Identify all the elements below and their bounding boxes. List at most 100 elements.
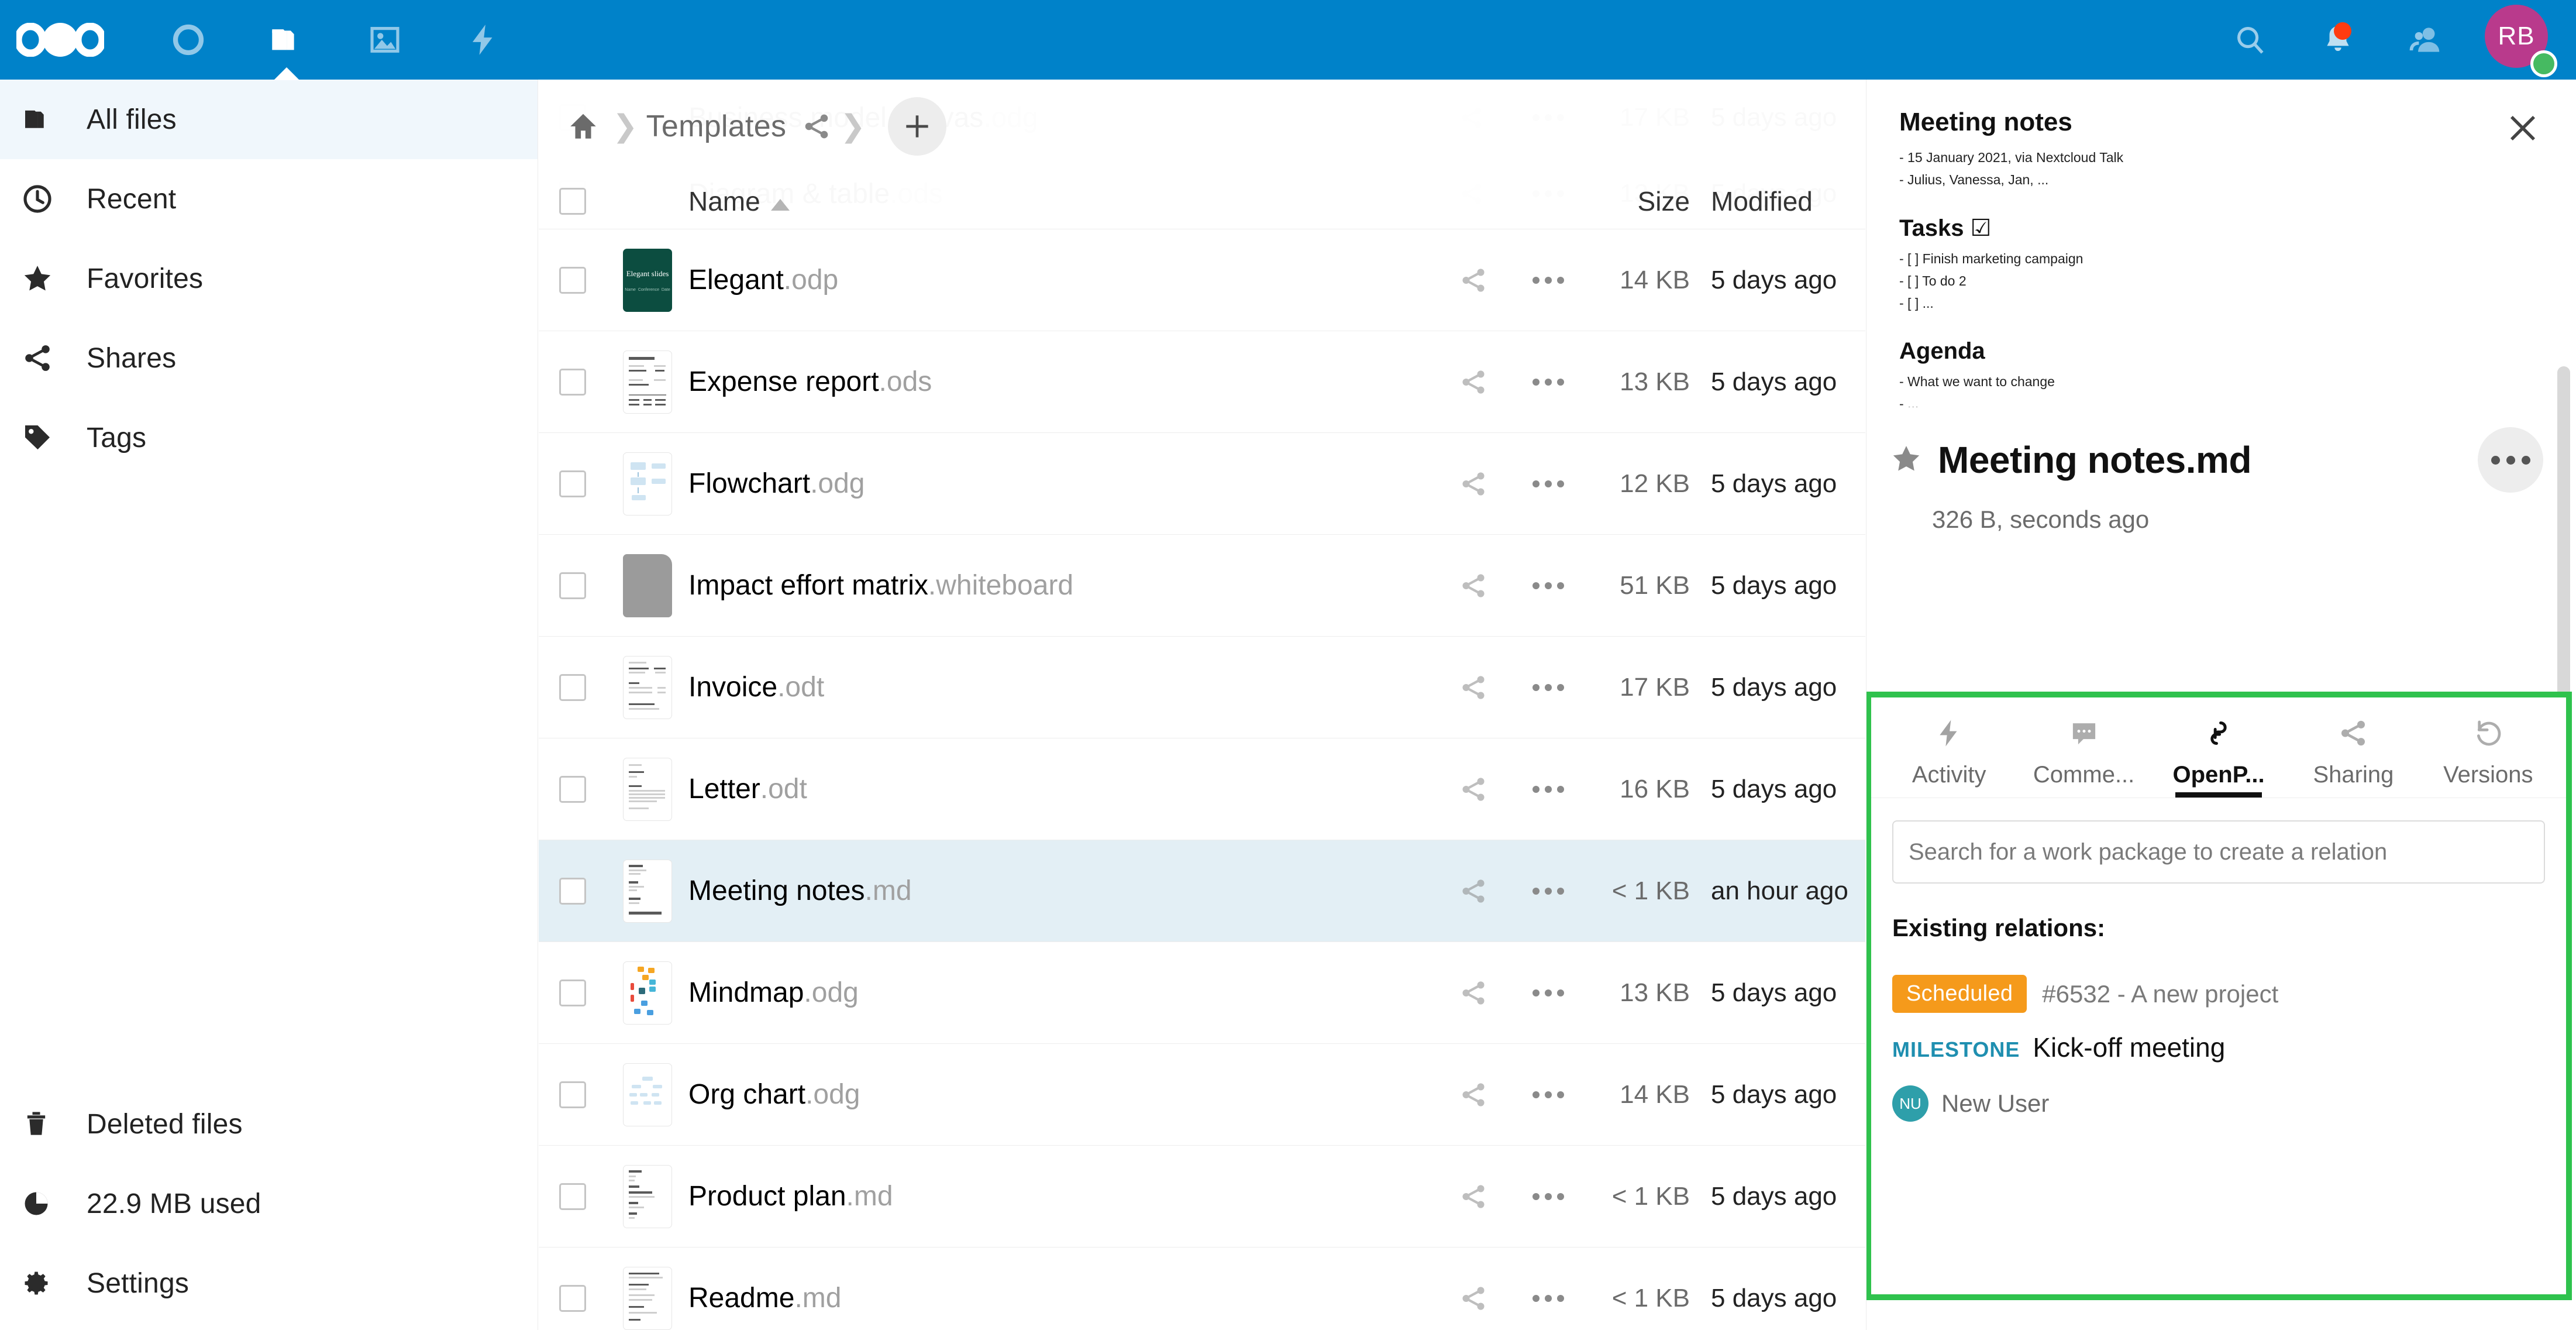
row-checkbox[interactable] — [559, 674, 586, 701]
sidebar-item-storage-usage[interactable]: 22.9 MB used — [0, 1164, 538, 1243]
table-row[interactable]: Letter.odt 16 KB 5 days ago — [539, 738, 1865, 840]
row-checkbox[interactable] — [559, 470, 586, 497]
table-row[interactable]: Product plan.md < 1 KB 5 days ago — [539, 1146, 1865, 1247]
more-icon[interactable] — [1532, 480, 1564, 487]
file-name[interactable]: Meeting notes — [688, 875, 865, 907]
row-checkbox[interactable] — [559, 369, 586, 396]
more-icon[interactable] — [1532, 1295, 1564, 1302]
file-modified: 5 days ago — [1711, 469, 1837, 498]
nav-app-files[interactable] — [237, 0, 336, 80]
share-icon[interactable] — [801, 111, 832, 142]
sidebar-item-favorites[interactable]: Favorites — [0, 239, 538, 318]
row-checkbox[interactable] — [559, 1285, 586, 1312]
row-checkbox[interactable] — [559, 267, 586, 294]
more-icon[interactable] — [1532, 684, 1564, 691]
home-icon[interactable] — [562, 105, 604, 147]
relation-search-input[interactable] — [1892, 820, 2545, 884]
file-name[interactable]: Expense report — [688, 366, 879, 398]
file-name[interactable]: Flowchart — [688, 468, 810, 500]
more-icon[interactable] — [1532, 786, 1564, 793]
sidebar-item-recent[interactable]: Recent — [0, 159, 538, 239]
share-icon[interactable] — [1459, 1080, 1488, 1109]
share-icon[interactable] — [1459, 367, 1488, 397]
close-sidebar-button[interactable] — [2501, 106, 2544, 150]
tab-activity[interactable]: Activity — [1882, 697, 2016, 798]
tab-comments[interactable]: Comme... — [2016, 697, 2151, 798]
share-icon[interactable] — [1459, 775, 1488, 804]
breadcrumb-current[interactable]: Templates — [646, 109, 787, 144]
file-name[interactable]: Elegant — [688, 264, 784, 296]
row-checkbox[interactable] — [559, 980, 586, 1006]
row-checkbox[interactable] — [559, 878, 586, 905]
share-icon[interactable] — [1459, 978, 1488, 1008]
file-size: 17 KB — [1620, 673, 1690, 702]
more-icon[interactable] — [1532, 277, 1564, 284]
file-name[interactable]: Letter — [688, 773, 760, 805]
more-icon[interactable] — [1532, 989, 1564, 996]
tab-versions[interactable]: Versions — [2421, 697, 2556, 798]
sidebar-item-tags[interactable]: Tags — [0, 398, 538, 477]
search-button[interactable] — [2206, 0, 2294, 80]
tab-openproject[interactable]: OpenP... — [2151, 697, 2286, 798]
notification-badge — [2334, 22, 2351, 40]
select-all-checkbox[interactable] — [559, 188, 586, 215]
share-icon[interactable] — [1459, 469, 1488, 499]
file-name[interactable]: Product plan — [688, 1180, 846, 1212]
more-icon[interactable] — [1532, 1193, 1564, 1200]
user-avatar-button[interactable]: RB — [2485, 5, 2555, 75]
column-header-size[interactable]: Size — [1638, 186, 1690, 216]
file-name[interactable]: Mindmap — [688, 977, 804, 1009]
share-icon[interactable] — [1459, 1182, 1488, 1211]
column-header-name[interactable]: Name — [688, 185, 760, 217]
more-icon[interactable] — [1532, 379, 1564, 386]
row-checkbox[interactable] — [559, 1183, 586, 1210]
file-name[interactable]: Invoice — [688, 671, 777, 703]
more-icon[interactable] — [1532, 582, 1564, 589]
table-row[interactable]: Readme.md < 1 KB 5 days ago — [539, 1247, 1865, 1330]
column-header-modified[interactable]: Modified — [1711, 186, 1813, 216]
nav-app-photos[interactable] — [336, 0, 434, 80]
nav-app-activity[interactable] — [434, 0, 532, 80]
more-icon[interactable] — [1532, 888, 1564, 895]
table-row[interactable]: Flowchart.odg 12 KB 5 days ago — [539, 433, 1865, 535]
sidebar-item-settings[interactable]: Settings — [0, 1243, 538, 1323]
close-icon — [2505, 110, 2541, 146]
nav-app-dashboard[interactable] — [139, 0, 237, 80]
relation-item[interactable]: Scheduled #6532 - A new project MILESTON… — [1892, 975, 2545, 1122]
more-icon[interactable] — [1532, 1091, 1564, 1098]
table-row[interactable]: Elegant slidesName Conference Date Elega… — [539, 229, 1865, 331]
share-icon[interactable] — [1459, 1284, 1488, 1313]
tab-sharing[interactable]: Sharing — [2286, 697, 2420, 798]
row-checkbox[interactable] — [559, 1081, 586, 1108]
notifications-button[interactable] — [2294, 0, 2382, 80]
share-icon[interactable] — [1459, 571, 1488, 600]
contacts-button[interactable] — [2382, 0, 2470, 80]
file-thumbnail — [623, 554, 672, 617]
file-extension: .md — [794, 1282, 841, 1314]
file-size: 16 KB — [1620, 775, 1690, 803]
file-name[interactable]: Org chart — [688, 1078, 805, 1111]
nextcloud-logo[interactable] — [16, 13, 104, 66]
avatar-online-status — [2530, 50, 2557, 77]
sidebar-item-all-files[interactable]: All files — [0, 80, 538, 159]
favorite-star-icon[interactable] — [1890, 442, 1923, 478]
share-icon[interactable] — [1459, 266, 1488, 295]
table-row[interactable]: Impact effort matrix.whiteboard 51 KB 5 … — [539, 535, 1865, 637]
sidebar-item-deleted-files[interactable]: Deleted files — [0, 1084, 538, 1164]
add-new-button[interactable] — [888, 97, 946, 156]
table-row[interactable]: Expense report.ods 13 KB 5 days ago — [539, 331, 1865, 433]
table-row[interactable]: Invoice.odt 17 KB 5 days ago — [539, 637, 1865, 738]
share-icon[interactable] — [1459, 877, 1488, 906]
file-actions-menu-button[interactable] — [2478, 427, 2543, 493]
sidebar-item-shares[interactable]: Shares — [0, 318, 538, 398]
table-row[interactable]: Mindmap.odg 13 KB 5 days ago — [539, 942, 1865, 1044]
share-icon — [21, 342, 74, 374]
row-checkbox[interactable] — [559, 572, 586, 599]
file-name[interactable]: Readme — [688, 1282, 794, 1314]
file-name[interactable]: Impact effort matrix — [688, 569, 928, 602]
row-checkbox[interactable] — [559, 776, 586, 803]
table-row[interactable]: Org chart.odg 14 KB 5 days ago — [539, 1044, 1865, 1146]
breadcrumb-separator: ❯ — [840, 109, 866, 144]
table-row-selected[interactable]: Meeting notes.md < 1 KB an hour ago — [539, 840, 1865, 942]
share-icon[interactable] — [1459, 673, 1488, 702]
